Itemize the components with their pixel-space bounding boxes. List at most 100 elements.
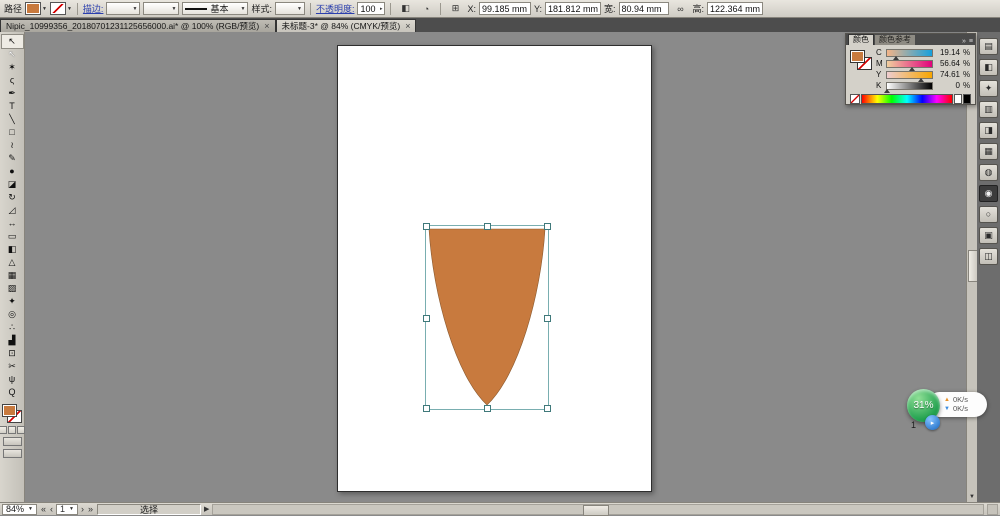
fill-color-dropdown[interactable]: ▼: [25, 2, 47, 15]
type-tool[interactable]: T: [2, 100, 23, 113]
dock-panel-icon-4[interactable]: ▥: [979, 101, 998, 118]
selection-handle-sw[interactable]: [423, 405, 430, 412]
align-reference-icon[interactable]: ⊞: [446, 1, 464, 17]
dock-panel-icon-9[interactable]: ○: [979, 206, 998, 223]
pen-tool[interactable]: ✒: [2, 87, 23, 100]
eraser-tool[interactable]: ◪: [2, 178, 23, 191]
scale-tool[interactable]: ◿: [2, 204, 23, 217]
dock-panel-icon-7[interactable]: ◍: [979, 164, 998, 181]
screen-mode-button[interactable]: [2, 449, 22, 458]
symbol-sprayer-tool[interactable]: ∴: [2, 321, 23, 334]
panel-menu-icon[interactable]: ≡: [969, 38, 973, 45]
black-swatch[interactable]: [963, 94, 971, 104]
zoom-tool[interactable]: Q: [2, 386, 23, 399]
paintbrush-tool[interactable]: ≀: [2, 139, 23, 152]
zoom-level-select[interactable]: 84% ▼: [2, 503, 37, 515]
canvas-area[interactable]: [26, 32, 966, 502]
dock-panel-icon-2[interactable]: ◧: [979, 59, 998, 76]
magenta-slider[interactable]: [886, 59, 933, 71]
tab-color[interactable]: 颜色: [848, 34, 874, 45]
previous-artboard-icon[interactable]: ‹: [49, 504, 54, 514]
shape-builder-tool[interactable]: ◧: [2, 243, 23, 256]
dock-panel-icon-11[interactable]: ◫: [979, 248, 998, 265]
fill-stroke-proxy[interactable]: [2, 404, 22, 423]
selection-handle-w[interactable]: [423, 314, 430, 322]
magic-wand-tool[interactable]: ✶: [2, 61, 23, 74]
free-transform-tool[interactable]: ▭: [2, 230, 23, 243]
dock-panel-icon-3[interactable]: ✦: [979, 80, 998, 97]
dock-panel-icon-6[interactable]: ▦: [979, 143, 998, 160]
stroke-panel-link[interactable]: 描边:: [83, 2, 104, 15]
color-mode-button[interactable]: [0, 426, 7, 434]
width-input[interactable]: 80.94 mm: [618, 2, 669, 15]
opacity-panel-link[interactable]: 不透明度:: [316, 2, 355, 15]
panel-fill-swatch[interactable]: [850, 50, 865, 63]
black-slider[interactable]: [884, 81, 933, 93]
gradient-tool[interactable]: ▨: [2, 282, 23, 295]
first-artboard-icon[interactable]: «: [40, 504, 47, 514]
black-slider-marker[interactable]: [884, 88, 890, 93]
hand-tool[interactable]: ψ: [2, 373, 23, 386]
eyedropper-tool[interactable]: ✦: [2, 295, 23, 308]
selection-handle-n[interactable]: [484, 223, 491, 230]
width-profile-select[interactable]: 基本 ▼: [182, 2, 249, 15]
selection-tool[interactable]: ↖: [0, 34, 24, 49]
y-input[interactable]: 181.812 mm: [545, 2, 601, 15]
resize-corner[interactable]: [987, 503, 998, 515]
dock-panel-icon-5[interactable]: ◨: [979, 122, 998, 139]
opacity-input[interactable]: 100 ▸: [357, 2, 386, 15]
selection-handle-se[interactable]: [544, 405, 551, 412]
stroke-weight-select[interactable]: ▼: [106, 2, 141, 15]
selection-handle-e[interactable]: [544, 314, 551, 322]
yellow-value[interactable]: 74.61: [936, 70, 960, 79]
dock-panel-icon-1[interactable]: ▤: [979, 38, 998, 55]
selection-handle-s[interactable]: [484, 405, 491, 412]
line-segment-tool[interactable]: ╲: [2, 113, 23, 126]
next-artboard-icon[interactable]: ›: [80, 504, 85, 514]
scroll-down-icon[interactable]: ▼: [967, 492, 977, 502]
color-spectrum-ramp[interactable]: [861, 94, 953, 104]
artboard[interactable]: [337, 45, 652, 492]
last-artboard-icon[interactable]: »: [87, 504, 94, 514]
status-flyout-icon[interactable]: ▶: [204, 505, 209, 513]
launcher-icon[interactable]: ▸: [925, 415, 940, 430]
document-tab-1[interactable]: Nipic_10999356_20180701231125656000.ai* …: [0, 19, 276, 32]
direct-selection-tool[interactable]: ↖: [2, 48, 23, 61]
cyan-value[interactable]: 19.14: [936, 48, 960, 57]
column-graph-tool[interactable]: ▟: [2, 334, 23, 347]
horizontal-scrollbar[interactable]: [212, 503, 984, 516]
recolor-artwork-icon[interactable]: ◔: [417, 1, 435, 17]
tab-color-guide[interactable]: 颜色参考: [875, 35, 915, 45]
horizontal-scroll-thumb[interactable]: [582, 504, 609, 516]
panel-fill-stroke-proxy[interactable]: [850, 50, 872, 70]
artboard-number-select[interactable]: 1 ▼: [55, 503, 78, 515]
slice-tool[interactable]: ✂: [2, 360, 23, 373]
none-mode-button[interactable]: [17, 426, 25, 434]
constrain-proportions-icon[interactable]: ∞: [672, 1, 690, 17]
mesh-tool[interactable]: ▦: [2, 269, 23, 282]
blend-tool[interactable]: ◎: [2, 308, 23, 321]
cyan-slider[interactable]: [886, 48, 933, 60]
expand-icon[interactable]: »: [962, 38, 966, 45]
dock-panel-icon-8[interactable]: ◉: [979, 185, 998, 202]
shape-mode-icon[interactable]: ◧: [396, 1, 414, 17]
white-swatch[interactable]: [954, 94, 962, 104]
document-tab-2[interactable]: 未标题-3* @ 84% (CMYK/预览) ×: [275, 19, 417, 32]
width-tool[interactable]: ↔: [2, 217, 23, 230]
yellow-slider[interactable]: [886, 70, 933, 82]
fill-proxy-swatch[interactable]: [2, 404, 17, 417]
x-input[interactable]: 99.185 mm: [478, 2, 531, 15]
graphic-style-select[interactable]: ▼: [274, 2, 305, 15]
close-icon[interactable]: ×: [264, 21, 269, 31]
close-icon[interactable]: ×: [405, 21, 410, 31]
stroke-color-dropdown[interactable]: ▼: [49, 2, 72, 15]
rotate-tool[interactable]: ↻: [2, 191, 23, 204]
brush-definition-select[interactable]: ▼: [143, 2, 180, 15]
pencil-tool[interactable]: ✎: [2, 152, 23, 165]
lasso-tool[interactable]: ς: [2, 74, 23, 87]
artboard-tool[interactable]: ⊡: [2, 347, 23, 360]
selection-handle-nw[interactable]: [423, 223, 430, 230]
blob-brush-tool[interactable]: ●: [2, 165, 23, 178]
drawing-mode-button[interactable]: [2, 437, 22, 446]
rectangle-tool[interactable]: □: [2, 126, 23, 139]
